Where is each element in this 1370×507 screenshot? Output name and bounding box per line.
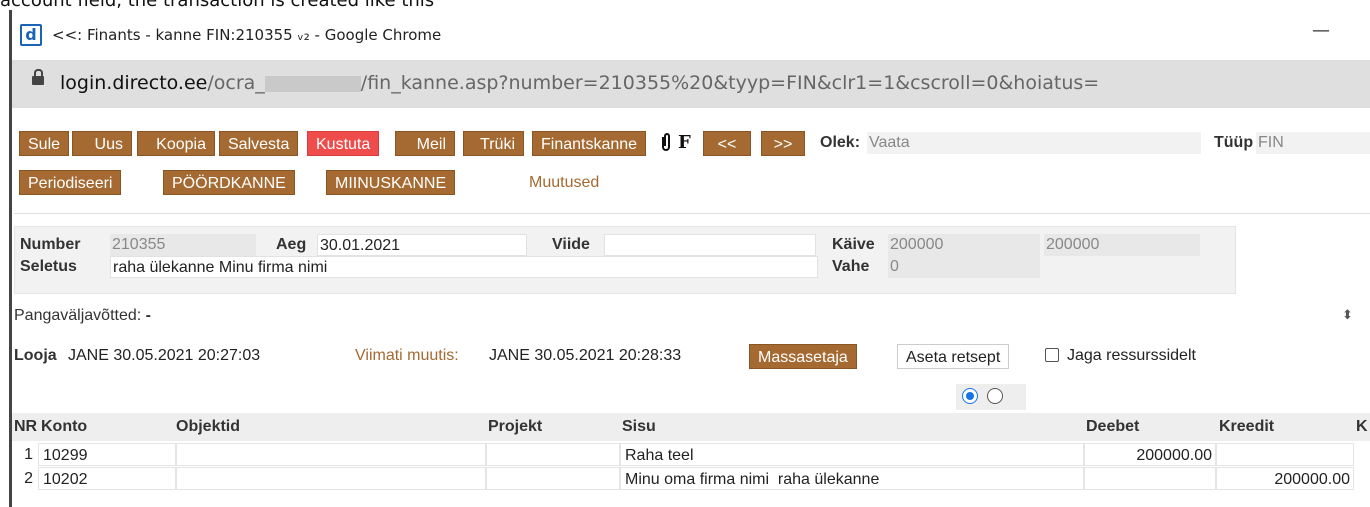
viimati-label: Viimati muutis: (355, 347, 459, 364)
minimize-button[interactable]: — (1312, 20, 1330, 41)
projekt-cell[interactable] (486, 467, 620, 490)
aeg-input[interactable]: 30.01.2021 (317, 234, 527, 256)
col-deebet[interactable]: Deebet (1086, 418, 1139, 436)
col-nr[interactable]: NR (14, 418, 37, 436)
table-row: 1 10299 Raha teel 200000.00 (12, 443, 1370, 466)
konto-cell[interactable]: 10299 (38, 443, 176, 466)
kustuta-button[interactable]: Kustuta (307, 131, 380, 156)
looja-value: JANE 30.05.2021 20:27:03 (68, 347, 261, 364)
url-path: /fin_kanne.asp?number=210355%20&tyyp=FIN… (360, 72, 1100, 94)
periodiseeri-button[interactable]: Periodiseeri (19, 170, 122, 195)
kreedit-cell[interactable]: 200000.00 (1216, 467, 1354, 490)
kaive-field-2: 200000 (1044, 234, 1200, 256)
projekt-cell[interactable] (486, 443, 620, 466)
koopia-button[interactable]: Koopia (137, 131, 215, 156)
row-nr: 1 (24, 446, 33, 463)
olek-label: Olek: (820, 134, 861, 151)
paperclip-icon[interactable] (660, 132, 672, 157)
aseta-retsept-button[interactable]: Aseta retsept (897, 344, 1010, 369)
col-objektid[interactable]: Objektid (176, 418, 240, 436)
sule-button[interactable]: Sule (19, 131, 70, 156)
sort-icon[interactable]: ⬍ (1342, 308, 1353, 323)
col-projekt[interactable]: Projekt (488, 418, 542, 436)
col-sisu[interactable]: Sisu (622, 418, 656, 436)
row-nr: 2 (24, 470, 33, 487)
tuup-label: Tüüp (1214, 134, 1254, 151)
uus-button[interactable]: Uus (72, 131, 132, 156)
f-icon[interactable]: F (678, 132, 691, 153)
miinuskanne-button[interactable]: MIINUSKANNE (326, 170, 456, 195)
aeg-label: Aeg (276, 236, 307, 253)
page-caption: account field, the transaction is create… (0, 0, 435, 11)
konto-cell[interactable]: 10202 (38, 467, 176, 490)
window-title: <<: Finants - kanne FIN:210355 ᵥ₂ - Goog… (52, 26, 442, 44)
col-konto[interactable]: Konto (41, 418, 87, 436)
deebet-cell[interactable] (1084, 467, 1216, 490)
salvesta-button[interactable]: Salvesta (219, 131, 299, 156)
window-titlebar: d <<: Finants - kanne FIN:210355 ᵥ₂ - Go… (12, 14, 1370, 58)
sisu-cell[interactable]: Raha teel (620, 443, 1084, 466)
looja-label: Looja (14, 347, 57, 364)
col-kreedit[interactable]: Kreedit (1219, 418, 1274, 436)
radio-option-1[interactable] (962, 388, 978, 404)
kaive-field-1: 200000 (888, 234, 1040, 256)
deebet-cell[interactable]: 200000.00 (1084, 443, 1216, 466)
divider (14, 213, 1370, 214)
kaive-label: Käive (832, 236, 875, 253)
objektid-cell[interactable] (176, 467, 486, 490)
radio-option-2[interactable] (987, 388, 1003, 404)
viide-label: Viide (552, 236, 590, 253)
truki-button[interactable]: Trüki (463, 131, 524, 156)
next-button[interactable]: >> (761, 131, 805, 156)
finantskanne-button[interactable]: Finantskanne (532, 131, 647, 156)
grid-header: NR Konto Objektid Projekt Sisu Deebet Kr… (12, 413, 1370, 441)
jaga-ressurssidelt-checkbox[interactable] (1045, 348, 1059, 362)
viide-input[interactable] (604, 234, 816, 256)
url-host: login.directo.ee (60, 72, 208, 94)
meil-button[interactable]: Meil (395, 131, 455, 156)
pangavaljavotted-text: Pangaväljavõtted: (14, 307, 142, 324)
sisu-cell[interactable]: Minu oma firma nimi raha ülekanne (620, 467, 1084, 490)
pangavaljavotted-value: - (145, 307, 151, 324)
lock-icon[interactable] (32, 69, 44, 85)
number-label: Number (20, 236, 81, 253)
page-content: Sule Uus Koopia Salvesta Kustuta Meil Tr… (12, 108, 1370, 507)
olek-value: Vaata (867, 132, 1201, 154)
directo-app-icon: d (20, 24, 42, 46)
prev-button[interactable]: << (703, 131, 751, 156)
muutused-link[interactable]: Muutused (529, 174, 599, 192)
seletus-input[interactable]: raha ülekanne Minu firma nimi (110, 256, 818, 278)
kreedit-cell[interactable] (1216, 443, 1354, 466)
viimati-value: JANE 30.05.2021 20:28:33 (489, 347, 682, 364)
seletus-label: Seletus (20, 258, 77, 275)
objektid-cell[interactable] (176, 443, 486, 466)
address-bar[interactable]: login.directo.ee/ocra_ /fin_kanne.asp?num… (12, 60, 1370, 108)
massasetaja-button[interactable]: Massasetaja (749, 344, 857, 369)
url-text[interactable]: login.directo.ee/ocra_ /fin_kanne.asp?num… (60, 72, 1099, 94)
jaga-ressurssidelt-label: Jaga ressurssidelt (1067, 347, 1196, 364)
number-field: 210355 (110, 234, 256, 256)
poordkanne-button[interactable]: PÖÖRDKANNE (163, 170, 295, 195)
tuup-value: FIN (1256, 132, 1370, 154)
table-row: 2 10202 Minu oma firma nimi raha ülekann… (12, 467, 1370, 490)
redacted-block (264, 75, 361, 92)
pangavaljavotted-label: Pangaväljavõtted: - (14, 307, 151, 325)
url-prefix: /ocra_ (207, 72, 265, 94)
vahe-field: 0 (888, 256, 1040, 278)
vahe-label: Vahe (832, 258, 870, 275)
col-k[interactable]: K (1356, 418, 1368, 436)
